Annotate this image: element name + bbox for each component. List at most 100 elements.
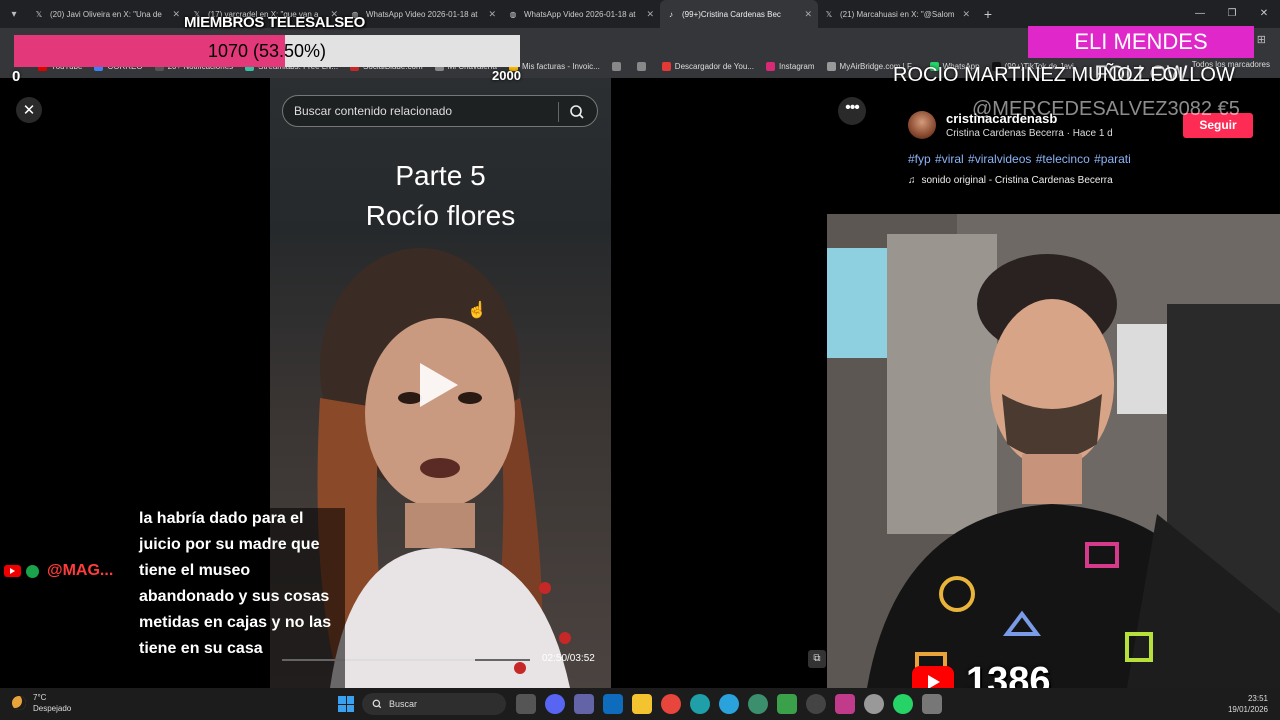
weather-widget[interactable]: 7°C Despejado [12, 692, 71, 714]
bookmark-favicon-icon [661, 61, 671, 71]
goal-max-label: 2000 [492, 68, 521, 83]
chrome-alt-icon[interactable] [864, 694, 884, 714]
bookmark-favicon-icon [826, 61, 836, 71]
weather-desc: Despejado [33, 704, 72, 713]
close-tab-icon[interactable]: ✕ [646, 9, 654, 20]
search-divider [558, 102, 559, 122]
x-icon: 𝕏 [35, 9, 43, 19]
bookmark-item[interactable]: Mis facturas - Invoic... [509, 61, 600, 71]
bookmark-favicon-icon [765, 61, 775, 71]
browser-tab-title: WhatsApp Video 2026-01-18 at [366, 9, 478, 19]
avatar[interactable] [908, 111, 936, 139]
follow-alert-2: ROCIO MARTINEZ MUÑOZ FOLLOW [893, 64, 1235, 86]
discord-icon[interactable] [545, 694, 565, 714]
close-tab-icon[interactable]: ✕ [962, 9, 970, 20]
browser-tab[interactable]: 𝕏 (21) Marcahuasi en X: "@Salom ✕ [818, 0, 976, 28]
search-icon [372, 699, 382, 709]
clock-time: 23:51 [1247, 694, 1268, 703]
browser-tab[interactable]: ◍ WhatsApp Video 2026-01-18 at ✕ [502, 0, 660, 28]
sound-label: sonido original - Cristina Cardenas Bece… [921, 175, 1113, 186]
translate-icon[interactable]: ⊞ [1257, 33, 1266, 46]
close-window-icon[interactable]: ✕ [1248, 0, 1280, 28]
hand-cursor-icon: ☝ [467, 302, 487, 319]
goal-title: MIEMBROS TELESALSEO [184, 14, 365, 31]
outlook-icon[interactable] [603, 694, 623, 714]
more-options-button[interactable]: ••• [838, 97, 866, 125]
teams-icon[interactable] [574, 694, 594, 714]
browser-tab-title: (20) Javi Oliveira en X: "Una de [50, 9, 162, 19]
bookmark-label: Instagram [778, 61, 815, 71]
related-search-input[interactable]: Buscar contenido relacionado [282, 95, 598, 127]
window-controls: — ❐ ✕ [1184, 0, 1280, 28]
copy-link-icon[interactable]: ⧉ [808, 650, 826, 668]
browser-icon[interactable] [748, 694, 768, 714]
browser-tab-title: (21) Marcahuasi en X: "@Salom [840, 9, 955, 19]
video-caption: Parte 5 Rocío flores [270, 156, 611, 236]
close-tab-icon[interactable]: ✕ [488, 9, 496, 20]
video-caption-line-2: Rocío flores [365, 200, 516, 231]
maximize-icon[interactable]: ❐ [1216, 0, 1248, 28]
close-video-button[interactable]: ✕ [16, 97, 42, 123]
video-frame-image [317, 248, 571, 688]
new-tab-button[interactable]: + [976, 6, 1000, 22]
x-icon: 𝕏 [825, 9, 833, 19]
play-icon[interactable] [420, 363, 458, 407]
task-view-icon[interactable] [516, 694, 536, 714]
video-timecode: 02:50/03:52 [542, 653, 595, 664]
webcam-feed [827, 214, 1280, 688]
bookmark-favicon-icon [611, 61, 621, 71]
chrome-icon[interactable] [661, 694, 681, 714]
obs-icon[interactable] [806, 694, 826, 714]
browser-tab[interactable]: 𝕏 (20) Javi Oliveira en X: "Una de ✕ [28, 0, 186, 28]
snipping-icon[interactable] [922, 694, 942, 714]
goal-progress-bar: 1070 (53.50%) [14, 35, 520, 67]
video-caption-line-1: Parte 5 [395, 160, 486, 191]
weather-text: 7°C Despejado [33, 692, 71, 714]
edge-icon[interactable] [690, 694, 710, 714]
close-tab-icon[interactable]: ✕ [172, 9, 180, 20]
globe-icon: ◍ [509, 9, 517, 19]
bookmark-label: Descargador de You... [674, 61, 754, 71]
file-explorer-icon[interactable] [632, 694, 652, 714]
tiktok-icon: ♪ [669, 9, 673, 19]
moon-icon [12, 696, 26, 710]
browser-tab-title: WhatsApp Video 2026-01-18 at [524, 9, 636, 19]
telegram-icon[interactable] [719, 694, 739, 714]
clock-date: 19/01/2026 [1227, 705, 1268, 714]
camtasia-icon[interactable] [777, 694, 797, 714]
hashtags[interactable]: #fyp #viral #viralvideos #telecinco #par… [908, 152, 1131, 166]
system-clock[interactable]: 23:51 19/01/2026 [1228, 693, 1268, 715]
chat-username: @MAG... [47, 562, 114, 579]
taskbar-search-label: Buscar [389, 699, 418, 709]
close-icon: ✕ [22, 102, 36, 119]
goal-min-label: 0 [12, 68, 21, 85]
music-note-icon: ♫ [908, 175, 916, 186]
member-badge-icon [26, 564, 39, 578]
tab-search-chevron-icon[interactable]: ▾ [0, 0, 28, 28]
whatsapp-icon[interactable] [893, 694, 913, 714]
bookmark-favicon-icon [636, 61, 646, 71]
streamer-image [827, 214, 1280, 688]
bookmark-item[interactable]: Descargador de You... [661, 61, 754, 71]
taskbar-search[interactable]: Buscar [362, 693, 506, 715]
windows-start-icon[interactable] [338, 696, 354, 712]
app-icon[interactable] [835, 694, 855, 714]
browser-tab[interactable]: ◍ WhatsApp Video 2026-01-18 at ✕ [344, 0, 502, 28]
bookmark-item[interactable] [611, 61, 625, 71]
browser-tab-title: (99+)Cristina Cardenas Bec [682, 9, 781, 19]
chat-message: la habría dado para el juicio por su mad… [139, 510, 332, 657]
bookmark-item[interactable] [636, 61, 650, 71]
close-tab-icon[interactable]: ✕ [804, 9, 812, 20]
youtube-icon [4, 565, 21, 577]
sound-info[interactable]: ♫ sonido original - Cristina Cardenas Bec… [908, 175, 1113, 186]
follow-alert-1: ELI MENDES FOLLOW [1028, 26, 1254, 86]
screen: ▾ 𝕏 (20) Javi Oliveira en X: "Una de ✕ 𝕏 (17… [0, 0, 1280, 720]
search-placeholder: Buscar contenido relacionado [294, 104, 453, 118]
minimize-icon[interactable]: — [1184, 0, 1216, 28]
taskbar-apps [516, 694, 942, 714]
search-icon[interactable] [569, 104, 585, 120]
chat-user: @MAG... [4, 562, 113, 580]
donation-alert: @MERCEDESALVEZ3082 €5 [972, 98, 1240, 120]
bookmark-item[interactable]: Instagram [765, 61, 815, 71]
browser-tab[interactable]: ♪ (99+)Cristina Cardenas Bec ✕ [660, 0, 818, 28]
